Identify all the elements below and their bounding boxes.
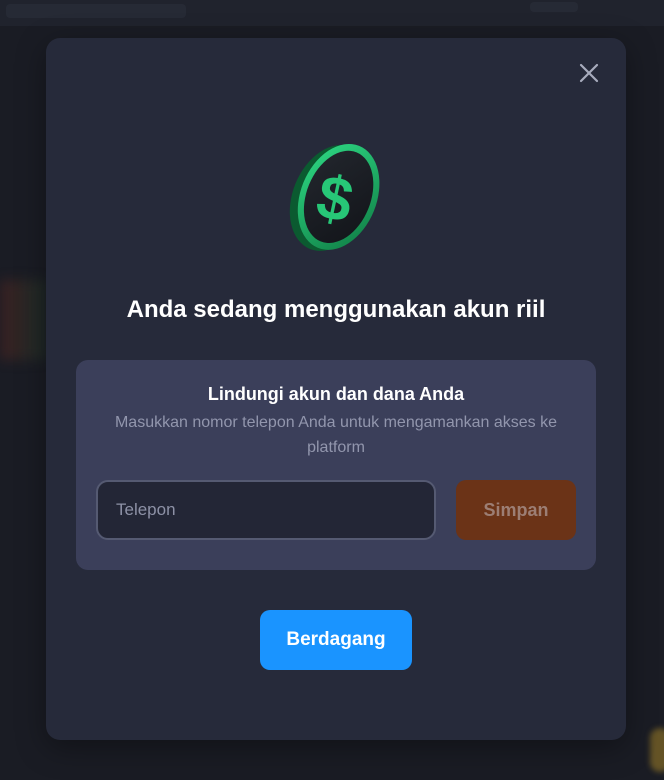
dollar-coin-icon: $: [289, 143, 380, 251]
modal-title: Anda sedang menggunakan akun riil: [126, 296, 546, 323]
card-title: Lindungi akun dan dana Anda: [207, 384, 465, 404]
save-button[interactable]: Simpan: [456, 480, 576, 540]
background-chart-fragment: [0, 280, 46, 360]
close-button[interactable]: [576, 60, 602, 86]
background-topbar-right: [530, 2, 578, 12]
trade-button[interactable]: Berdagang: [260, 610, 412, 670]
background-topbar: [0, 0, 664, 26]
real-account-modal: $ Anda sedang menggunakan akun riil Lind…: [46, 38, 626, 740]
background-topbar-left: [6, 4, 186, 18]
background-badge-fragment: [650, 728, 664, 772]
close-icon: [579, 63, 599, 83]
card-description: Masukkan nomor telepon Anda untuk mengam…: [114, 414, 558, 456]
phone-input[interactable]: [96, 480, 436, 540]
protect-account-card: Lindungi akun dan dana Anda Masukkan nom…: [76, 360, 596, 570]
